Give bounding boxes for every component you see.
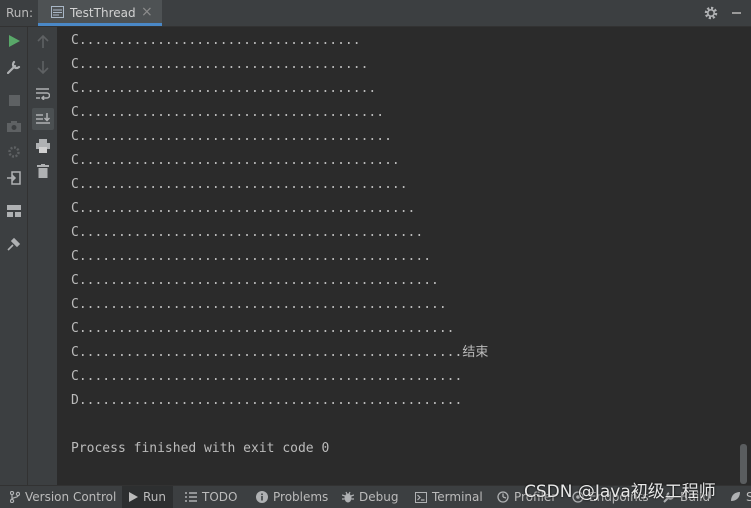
arrow-up-icon [37,34,49,48]
process-exit-message: Process finished with exit code 0 [71,441,330,456]
console-icon [51,6,64,18]
spring-tab[interactable]: S [729,486,751,508]
console-line: C.......................................… [71,345,489,360]
clear-all-button[interactable] [32,160,54,182]
run-tab-label: Run [143,490,167,504]
console-line: C....................................... [71,105,385,120]
debug-tab[interactable]: Debug [342,486,398,508]
csdn-watermark: CSDN @Java初级工程师 [524,482,716,502]
terminal-tab[interactable]: Terminal [415,486,483,508]
layout-button[interactable] [3,200,25,222]
settings-icon [8,146,20,158]
info-icon [256,491,268,503]
scroll-to-end-icon [36,113,50,124]
console-line: C.......................................… [71,225,424,240]
console-line: C...................................... [71,81,377,96]
spring-icon [731,492,740,501]
problems-label: Problems [273,490,329,504]
wrench-icon [7,60,21,74]
settings-button[interactable] [3,141,25,163]
bug-icon [342,491,354,503]
dump-threads-button[interactable] [3,115,25,137]
tab-title: TestThread [70,6,136,20]
console-line: C.......................................… [71,153,400,168]
console-line: C.......................................… [71,249,432,264]
version-control-label: Version Control [25,490,117,504]
rerun-button[interactable] [3,30,25,52]
vertical-scrollbar[interactable] [738,27,751,485]
camera-icon [7,121,21,132]
soft-wrap-button[interactable] [32,83,54,105]
minimize-icon[interactable] [732,12,741,14]
scrollbar-thumb[interactable] [740,444,747,484]
arrow-down-icon [37,60,49,74]
debug-label: Debug [359,490,399,504]
console-line: C.................................... [71,33,361,48]
console-line: C.......................................… [71,129,392,144]
layout-icon [7,205,21,217]
scroll-down-button[interactable] [32,56,54,78]
print-icon [36,139,50,153]
stop-button[interactable] [3,89,25,111]
edit-configuration-button[interactable] [3,56,25,78]
console-line: C.......................................… [71,201,416,216]
console-line: C.......................................… [71,369,463,384]
console-line: C.......................................… [71,273,439,288]
console-line: C.......................................… [71,321,455,336]
soft-wrap-icon [36,88,50,100]
list-icon [185,492,197,502]
todo-tab[interactable]: TODO [185,486,237,508]
close-icon[interactable]: × [141,4,153,20]
tab-testthread[interactable]: TestThread × [38,0,162,26]
terminal-icon [415,491,427,503]
spring-label: S [746,490,751,504]
print-button[interactable] [32,135,54,157]
console-actions-toolbar [28,27,58,485]
pin-button[interactable] [3,233,25,255]
exit-icon [7,171,21,185]
run-tab[interactable]: Run [122,486,174,508]
console-line: D.......................................… [71,393,463,408]
console-line: C..................................... [71,57,369,72]
scroll-to-end-button[interactable] [32,108,54,130]
profiler-icon [497,491,509,503]
run-tool-window-header: Run: TestThread × [0,0,751,27]
version-control-tab[interactable]: Version Control [6,486,120,508]
stop-icon [8,94,20,106]
console-line: C.......................................… [71,297,447,312]
run-icon [9,35,20,47]
scroll-up-button[interactable] [32,30,54,52]
gear-icon[interactable] [703,5,719,21]
run-label: Run: [6,6,34,20]
terminal-label: Terminal [432,490,483,504]
pin-icon [7,237,21,251]
problems-tab[interactable]: Problems [256,486,328,508]
branch-icon [10,491,20,503]
exit-button[interactable] [3,167,25,189]
run-icon [129,492,138,502]
console-line: C.......................................… [71,177,408,192]
trash-icon [37,164,49,178]
run-actions-toolbar [0,27,28,485]
todo-label: TODO [202,490,238,504]
console-output[interactable]: C.................................... C.… [58,27,738,485]
